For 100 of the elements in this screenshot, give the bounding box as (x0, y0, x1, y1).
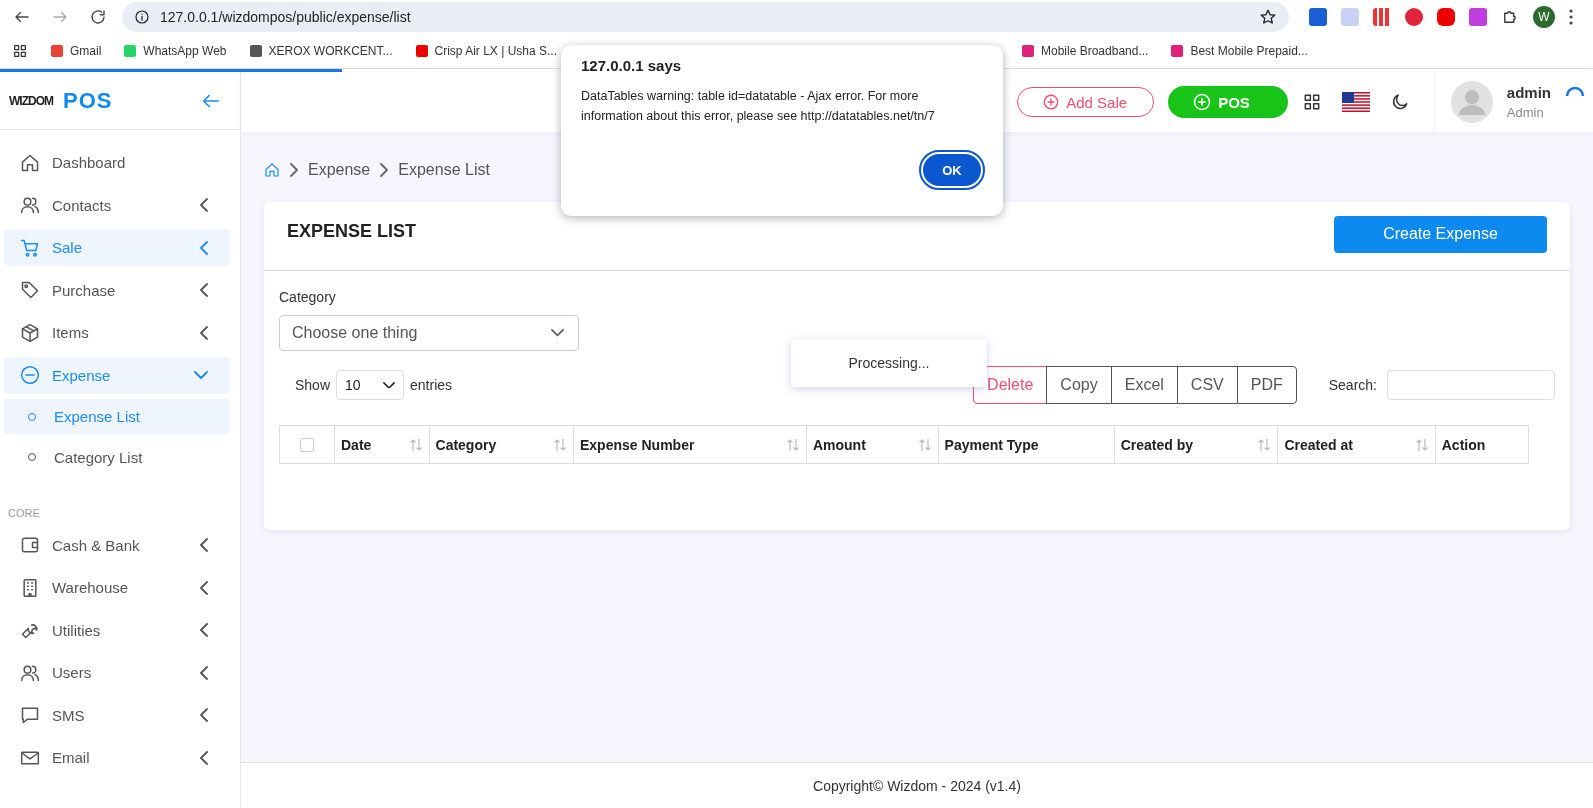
ok-button[interactable]: OK (921, 152, 983, 188)
chat-icon (20, 705, 40, 725)
minus-circle-icon (20, 365, 40, 385)
extension-icon[interactable] (1373, 8, 1391, 26)
processing-toast: Processing... (791, 339, 987, 387)
sidebar-item[interactable]: Dashboard (4, 144, 230, 181)
field-label: Category (279, 289, 337, 305)
chevron-left-icon (200, 198, 208, 212)
chevron-left-icon (200, 750, 208, 765)
bookmark-link[interactable]: Best Mobile Prepaid... (1170, 44, 1308, 58)
select-all-checkbox[interactable] (300, 437, 314, 452)
sort-icon (917, 437, 932, 452)
sidebar-item[interactable]: SMS (4, 696, 230, 734)
building-icon (20, 577, 40, 598)
flag-icon[interactable] (1341, 92, 1370, 112)
app-name: POS (63, 87, 114, 114)
column-header[interactable]: Date (334, 425, 429, 464)
column-header[interactable]: Amount (806, 425, 939, 464)
sidebar-item[interactable]: Utilities (4, 611, 230, 649)
column-header[interactable]: Category (429, 425, 574, 464)
column-header[interactable]: Action (1435, 425, 1529, 464)
chevron-left-icon (200, 283, 208, 297)
section-label: CORE (7, 505, 41, 521)
bookmark-link[interactable]: XEROX WORKCENT... (248, 44, 393, 58)
user-name: admin (1506, 84, 1551, 101)
reload-icon (89, 8, 107, 26)
extension-icon[interactable] (1437, 8, 1455, 26)
sort-icon (1414, 437, 1429, 452)
info-icon (134, 9, 150, 25)
bookmark-link[interactable]: Crisp Air LX | Usha S... (414, 44, 557, 58)
sidebar-item[interactable]: Items (4, 314, 230, 351)
more-icon[interactable] (1569, 9, 1573, 25)
chevron-down-icon (551, 329, 564, 337)
site-icon (50, 44, 64, 58)
sidebar-item[interactable]: Contacts (4, 186, 230, 224)
breadcrumb-item[interactable]: Expense (308, 161, 371, 179)
chevron-left-icon (200, 240, 208, 255)
export-button[interactable]: Excel (1110, 366, 1178, 404)
extension-icon[interactable] (1405, 8, 1423, 26)
create-expense-button[interactable]: Create Expense (1334, 215, 1547, 253)
chevron-right-icon (290, 163, 298, 177)
search-field[interactable] (1387, 370, 1555, 400)
site-icon (248, 44, 263, 58)
chevron-left-icon (200, 325, 208, 340)
sort-icon (785, 437, 800, 452)
column-header[interactable]: Payment Type (938, 425, 1115, 464)
site-icon (414, 44, 429, 58)
chevron-left-icon (200, 665, 208, 680)
bookmark-link[interactable]: Mobile Broadband... (1021, 44, 1149, 58)
bookmark-link[interactable]: Gmail (50, 44, 102, 58)
category-select[interactable]: Choose one thing (279, 315, 579, 351)
plus-circle-icon (1042, 93, 1061, 111)
card-title: EXPENSE LIST (287, 220, 417, 242)
puzzle-icon (1501, 8, 1519, 26)
chevron-left-icon (200, 623, 208, 637)
bookmark-link[interactable]: WhatsApp Web (123, 44, 227, 58)
show-label: Show (295, 377, 331, 393)
plus-circle-icon (1192, 92, 1213, 112)
spinner-icon (1565, 84, 1585, 98)
user-role: Admin (1506, 105, 1545, 120)
entries-label: entries (410, 377, 453, 393)
export-button[interactable]: CSV (1176, 366, 1238, 404)
chevron-down-icon (194, 371, 208, 379)
home-icon (264, 162, 280, 178)
column-header[interactable]: Expense Number (573, 425, 807, 464)
sidebar-item[interactable]: Purchase (4, 271, 230, 309)
cart-icon (20, 237, 40, 258)
home-link[interactable] (264, 162, 280, 178)
sidebar-item[interactable]: Warehouse (4, 569, 230, 606)
breadcrumb-item[interactable]: Expense List (398, 161, 490, 179)
submenu-item[interactable]: Category List (4, 439, 230, 475)
entries-select[interactable]: 10 (336, 370, 405, 400)
sort-icon (1257, 437, 1272, 452)
column-header[interactable]: Created at (1277, 425, 1436, 464)
chevron-right-icon (380, 163, 389, 177)
sort-icon (553, 437, 567, 452)
sidebar-item[interactable]: Cash & Bank (4, 526, 230, 564)
apps-grid-icon (12, 43, 28, 59)
site-icon (1170, 44, 1185, 58)
home-icon (20, 152, 40, 173)
site-icon (123, 44, 138, 58)
sidebar-item[interactable]: Email (4, 739, 230, 776)
column-header[interactable]: Created by (1114, 425, 1278, 464)
profile-avatar[interactable]: W (1533, 6, 1555, 28)
chevron-left-icon (200, 538, 208, 552)
dialog-message: DataTables warning: table id=datatable - Ajax error. For more information about this error, please see http://datatables.net/tn/7 (581, 88, 936, 125)
chevron-down-icon (383, 381, 396, 389)
chevron-left-icon (200, 580, 208, 595)
chevron-left-icon (200, 708, 208, 722)
sidebar-item[interactable]: Users (4, 654, 230, 691)
box-icon (20, 322, 40, 343)
sort-icon (408, 437, 423, 452)
dialog-title: 127.0.0.1 says (581, 57, 683, 74)
footer-text: Copyright© Wizdom - 2024 (v1.4) (241, 762, 1593, 808)
wallet-icon (20, 535, 40, 555)
site-icon (1021, 44, 1035, 58)
add-sale-button[interactable]: Add Sale (1017, 87, 1155, 117)
export-button[interactable]: PDF (1236, 366, 1297, 404)
address-bar[interactable]: 127.0.0.1/wizdompos/public/expense/list (122, 2, 1289, 32)
export-button[interactable]: Copy (1046, 366, 1112, 404)
